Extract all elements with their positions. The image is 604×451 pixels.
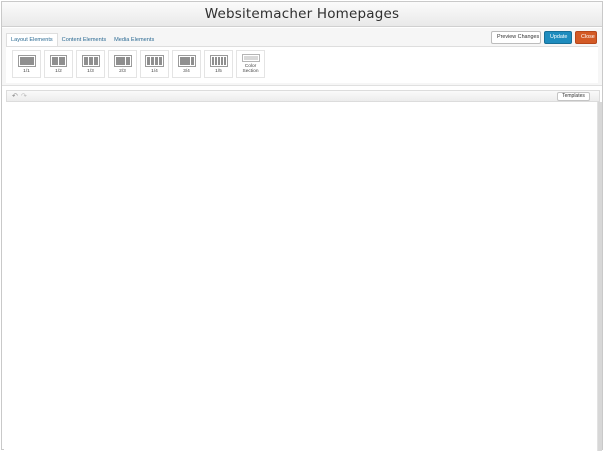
vertical-scrollbar[interactable] <box>597 102 602 451</box>
column-3-4-icon <box>177 55 196 67</box>
close-button[interactable]: Close <box>575 31 597 44</box>
layout-element-label: 1/3 <box>87 69 94 74</box>
tab-content-elements[interactable]: Content Elements <box>58 33 110 47</box>
builder-canvas[interactable] <box>4 102 597 451</box>
column-2-3-icon <box>113 55 132 67</box>
color-section-icon <box>241 54 260 62</box>
update-button[interactable]: Update <box>544 31 572 44</box>
column-1-2-icon <box>50 55 67 67</box>
layout-element-color-section[interactable]: Color Section <box>236 50 265 78</box>
editor-window: Websitemacher Homepages Layout Elements … <box>1 1 603 451</box>
layout-element-1-1[interactable]: 1/1 <box>12 50 41 78</box>
column-1-4-icon <box>145 55 164 67</box>
undo-icon[interactable]: ↶ <box>12 92 18 101</box>
element-toolbar: Layout Elements Content Elements Media E… <box>2 28 602 86</box>
layout-element-list: 1/1 1/2 1/3 2/3 1/4 3/4 1/5 Color Sectio… <box>12 50 265 78</box>
layout-element-label: 1/5 <box>215 69 222 74</box>
preview-changes-button[interactable]: Preview Changes <box>491 31 541 44</box>
layout-element-label: 1/1 <box>23 69 30 74</box>
layout-element-1-2[interactable]: 1/2 <box>44 50 73 78</box>
layout-element-label: 2/3 <box>119 69 126 74</box>
element-tabs: Layout Elements Content Elements Media E… <box>6 33 158 47</box>
editor-bar: ↶ ↷ Templates <box>6 90 600 102</box>
column-1-3-icon <box>81 55 100 67</box>
templates-button[interactable]: Templates <box>557 92 590 101</box>
action-buttons: Preview Changes Update Close <box>491 31 597 44</box>
layout-elements-panel: 1/1 1/2 1/3 2/3 1/4 3/4 1/5 Color Sectio… <box>6 46 598 83</box>
layout-element-label: 1/4 <box>151 69 158 74</box>
scrollbar-thumb[interactable] <box>598 102 602 451</box>
layout-element-label: 1/2 <box>55 69 62 74</box>
layout-element-label: Color Section <box>242 64 259 74</box>
redo-icon[interactable]: ↷ <box>21 92 27 101</box>
tab-media-elements[interactable]: Media Elements <box>110 33 158 47</box>
window-title: Websitemacher Homepages <box>2 2 602 27</box>
layout-element-1-3[interactable]: 1/3 <box>76 50 105 78</box>
layout-element-1-5[interactable]: 1/5 <box>204 50 233 78</box>
column-1-5-icon <box>209 55 228 67</box>
layout-element-1-4[interactable]: 1/4 <box>140 50 169 78</box>
layout-element-label: 3/4 <box>183 69 190 74</box>
layout-element-2-3[interactable]: 2/3 <box>108 50 137 78</box>
tab-layout-elements[interactable]: Layout Elements <box>6 33 58 47</box>
layout-element-3-4[interactable]: 3/4 <box>172 50 201 78</box>
column-1-1-icon <box>17 55 36 67</box>
